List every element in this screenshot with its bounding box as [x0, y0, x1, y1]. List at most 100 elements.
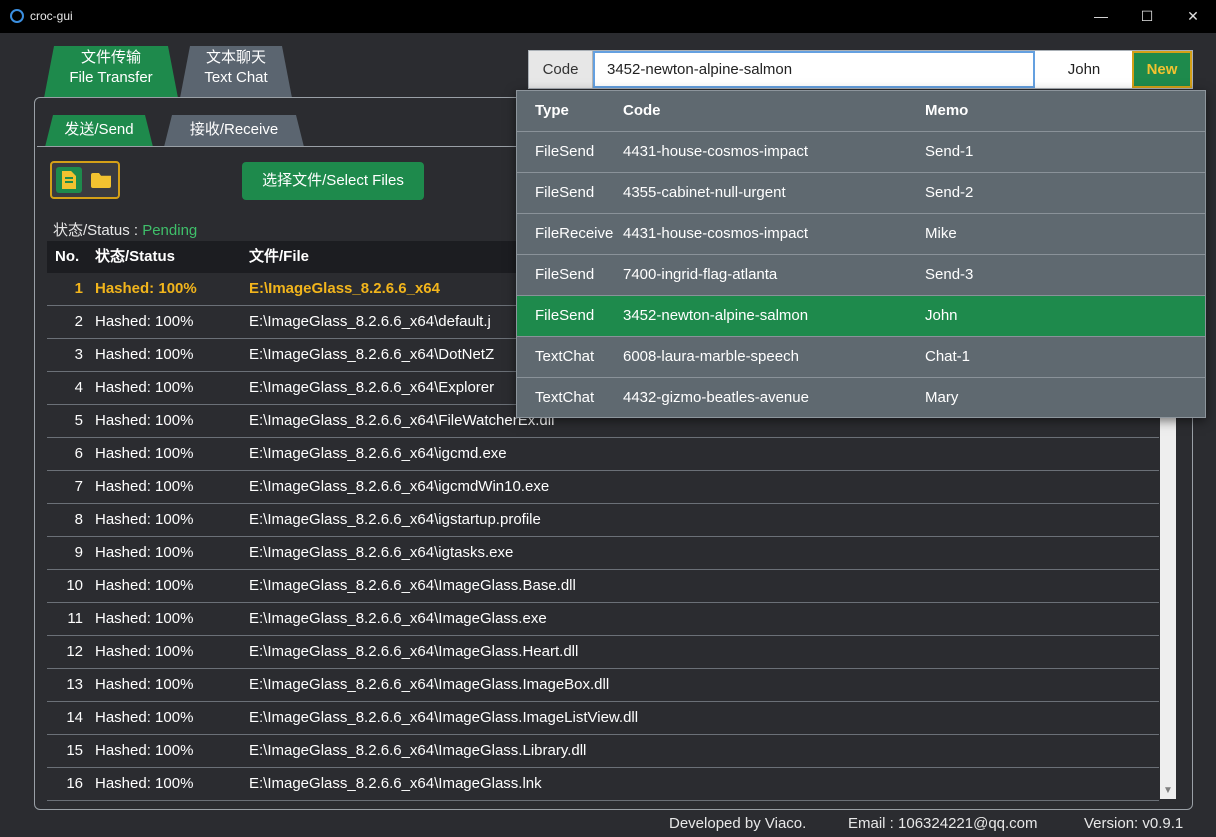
tab-file-transfer[interactable]: 文件传输 File Transfer: [44, 46, 178, 98]
dropdown-item-memo: Send-2: [925, 184, 974, 201]
dropdown-item[interactable]: FileSend 3452-newton-alpine-salmon John: [517, 295, 1205, 336]
file-mode-button[interactable]: [56, 167, 82, 193]
header-file: 文件/File: [249, 248, 310, 265]
tab-text-chat[interactable]: 文本聊天 Text Chat: [180, 46, 292, 98]
row-status: Hashed: 100%: [95, 544, 194, 561]
table-row[interactable]: 14 Hashed: 100% E:\ImageGlass_8.2.6.6_x64\…: [47, 702, 1159, 735]
row-no: 11: [67, 610, 83, 627]
footer-email: Email : 106324221@qq.com: [848, 815, 1038, 832]
maximize-button[interactable]: ☐: [1124, 0, 1170, 33]
row-no: 6: [74, 445, 83, 462]
file-folder-toggle: [50, 161, 120, 199]
title-bar: croc-gui — ☐ ✕: [0, 0, 1216, 33]
dropdown-item-memo: John: [925, 307, 958, 324]
row-status: Hashed: 100%: [95, 742, 194, 759]
folder-mode-button[interactable]: [88, 167, 114, 193]
row-no: 13: [66, 676, 83, 693]
row-file: E:\ImageGlass_8.2.6.6_x64\Explorer: [249, 379, 495, 396]
dropdown-header-memo: Memo: [925, 102, 969, 119]
row-file: E:\ImageGlass_8.2.6.6_x64\FileWatcherEx.…: [249, 412, 555, 429]
dropdown-item-code: 4432-gizmo-beatles-avenue: [623, 389, 809, 406]
header-no: No.: [55, 248, 80, 265]
table-row[interactable]: 15 Hashed: 100% E:\ImageGlass_8.2.6.6_x64\…: [47, 735, 1159, 768]
row-file: E:\ImageGlass_8.2.6.6_x64\ImageGlass.Ima…: [249, 709, 639, 726]
scroll-down-icon[interactable]: ▼: [1160, 785, 1176, 797]
row-status: Hashed: 100%: [95, 511, 194, 528]
table-row[interactable]: 6 Hashed: 100% E:\ImageGlass_8.2.6.6_x64\i…: [47, 438, 1159, 471]
dropdown-item-type: FileSend: [535, 143, 595, 160]
tab-file-transfer-cn: 文件传输: [80, 49, 141, 66]
row-file: E:\ImageGlass_8.2.6.6_x64\default.j: [249, 313, 491, 330]
dropdown-item-type: FileReceive: [535, 225, 614, 242]
row-file: E:\ImageGlass_8.2.6.6_x64\igcmdWin10.exe: [249, 478, 550, 495]
code-bar: Code 3452-newton-alpine-salmon John New: [528, 50, 1193, 89]
dropdown-item[interactable]: TextChat 4432-gizmo-beatles-avenue Mary: [517, 377, 1205, 418]
header-status: 状态/Status: [95, 248, 176, 265]
code-label: Code: [529, 51, 593, 88]
new-button[interactable]: New: [1132, 51, 1192, 88]
dropdown-item-code: 4431-house-cosmos-impact: [623, 225, 809, 242]
row-status: Hashed: 100%: [95, 643, 194, 660]
dropdown-item[interactable]: FileSend 4431-house-cosmos-impact Send-1: [517, 131, 1205, 172]
table-row[interactable]: 10 Hashed: 100% E:\ImageGlass_8.2.6.6_x64\…: [47, 570, 1159, 603]
tab-receive[interactable]: 接收/Receive: [164, 115, 304, 147]
tab-send[interactable]: 发送/Send: [45, 115, 153, 147]
row-file: E:\ImageGlass_8.2.6.6_x64: [249, 280, 440, 297]
dropdown-item-memo: Chat-1: [925, 348, 971, 365]
row-status: Hashed: 100%: [95, 346, 194, 363]
row-no: 9: [74, 544, 83, 561]
dropdown-item[interactable]: TextChat 6008-laura-marble-speech Chat-1: [517, 336, 1205, 377]
dropdown-item[interactable]: FileSend 7400-ingrid-flag-atlanta Send-3: [517, 254, 1205, 295]
table-row[interactable]: 11 Hashed: 100% E:\ImageGlass_8.2.6.6_x64\…: [47, 603, 1159, 636]
window-title: croc-gui: [30, 9, 73, 23]
table-row[interactable]: 12 Hashed: 100% E:\ImageGlass_8.2.6.6_x64\…: [47, 636, 1159, 669]
row-no: 12: [66, 643, 83, 660]
row-status: Hashed: 100%: [95, 775, 194, 792]
row-file: E:\ImageGlass_8.2.6.6_x64\igtasks.exe: [249, 544, 514, 561]
folder-icon: [91, 173, 111, 188]
row-file: E:\ImageGlass_8.2.6.6_x64\ImageGlass.Lib…: [249, 742, 587, 759]
row-file: E:\ImageGlass_8.2.6.6_x64\ImageGlass.Bas…: [249, 577, 576, 594]
row-no: 16: [66, 775, 83, 792]
row-status: Hashed: 100%: [95, 676, 194, 693]
table-row[interactable]: 7 Hashed: 100% E:\ImageGlass_8.2.6.6_x64\i…: [47, 471, 1159, 504]
tab-file-transfer-en: File Transfer: [69, 69, 153, 86]
dropdown-item-memo: Mike: [925, 225, 957, 242]
row-no: 1: [74, 280, 83, 297]
table-row[interactable]: 16 Hashed: 100% E:\ImageGlass_8.2.6.6_x64\…: [47, 768, 1159, 801]
footer-developer: Developed by Viaco.: [669, 815, 807, 832]
row-status: Hashed: 100%: [95, 610, 194, 627]
table-row[interactable]: 8 Hashed: 100% E:\ImageGlass_8.2.6.6_x64\i…: [47, 504, 1159, 537]
code-history-dropdown: Type Code Memo FileSend 4431-house-cosmos…: [516, 90, 1206, 418]
file-icon: [62, 171, 76, 189]
select-files-button[interactable]: 选择文件/Select Files: [242, 162, 424, 200]
row-no: 5: [74, 412, 83, 429]
dropdown-item[interactable]: FileSend 4355-cabinet-null-urgent Send-2: [517, 172, 1205, 213]
dropdown-item-code: 7400-ingrid-flag-atlanta: [623, 266, 778, 283]
row-no: 7: [74, 478, 83, 495]
row-status: Hashed: 100%: [95, 478, 194, 495]
app-logo-icon: [10, 9, 24, 23]
row-no: 8: [74, 511, 83, 528]
dropdown-header: Type Code Memo: [517, 91, 1205, 131]
dropdown-item-code: 4355-cabinet-null-urgent: [623, 184, 786, 201]
row-file: E:\ImageGlass_8.2.6.6_x64\ImageGlass.lnk: [249, 775, 542, 792]
table-row[interactable]: 13 Hashed: 100% E:\ImageGlass_8.2.6.6_x64\…: [47, 669, 1159, 702]
table-row[interactable]: 9 Hashed: 100% E:\ImageGlass_8.2.6.6_x64\i…: [47, 537, 1159, 570]
close-button[interactable]: ✕: [1170, 0, 1216, 33]
dropdown-item[interactable]: FileReceive 4431-house-cosmos-impact Mike: [517, 213, 1205, 254]
tab-text-chat-cn: 文本聊天: [205, 49, 266, 66]
status-value: Pending: [142, 222, 198, 239]
dropdown-item-code: 6008-laura-marble-speech: [623, 348, 799, 365]
minimize-button[interactable]: —: [1078, 0, 1124, 33]
row-status: Hashed: 100%: [95, 412, 194, 429]
dropdown-header-type: Type: [535, 102, 569, 119]
tab-text-chat-en: Text Chat: [204, 69, 268, 86]
memo-input[interactable]: John: [1037, 51, 1131, 88]
dropdown-item-memo: Mary: [925, 389, 959, 406]
row-no: 14: [66, 709, 83, 726]
row-file: E:\ImageGlass_8.2.6.6_x64\ImageGlass.Hea…: [249, 643, 579, 660]
dropdown-item-type: FileSend: [535, 307, 595, 324]
code-input[interactable]: 3452-newton-alpine-salmon: [593, 51, 1035, 88]
row-status: Hashed: 100%: [95, 313, 194, 330]
